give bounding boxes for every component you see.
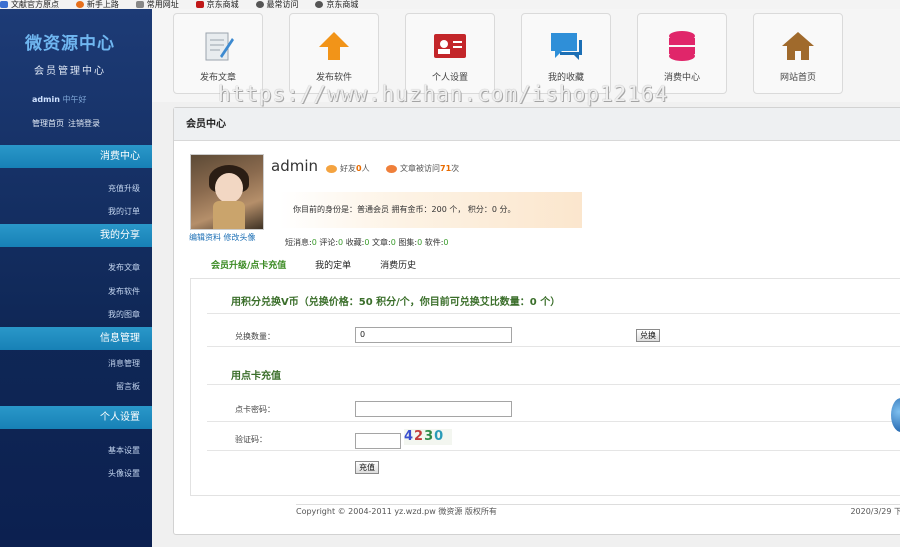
- logout-link[interactable]: 注销登录: [68, 119, 100, 128]
- greeting-text: 中午好: [62, 95, 87, 104]
- user-greeting: admin 中午好: [32, 94, 86, 105]
- panel-title: 会员中心: [174, 108, 900, 141]
- tab-upgrade-recharge[interactable]: 会员升级/点卡充值: [211, 261, 286, 271]
- count-favorites[interactable]: 0: [364, 238, 369, 247]
- sidebar-item-recharge[interactable]: 充值升级: [108, 183, 140, 194]
- card-recharge-title: 用点卡充值: [231, 371, 281, 382]
- sidebar: 微资源中心 会员管理中心 admin 中午好 管理首页 注销登录 消费中心 充值升…: [0, 9, 152, 547]
- exchange-title: 用积分兑换V币（兑换价格：50 积分/个，你目前可兑换艾比数量：0 个）: [231, 297, 561, 308]
- heart-icon: [386, 164, 397, 173]
- content-counts: 短消息:0 评论:0 收藏:0 文章:0 图集:0 软件:0: [285, 238, 449, 247]
- exchange-quantity-input[interactable]: 0: [355, 327, 512, 343]
- home-link[interactable]: 管理首页: [32, 119, 64, 128]
- tab-my-orders[interactable]: 我的定单: [315, 261, 351, 271]
- bookmark-item[interactable]: 新手上路: [75, 1, 119, 9]
- exchange-label: 兑换数量：: [235, 332, 275, 341]
- firefox-icon: [75, 1, 84, 8]
- bookmark-item[interactable]: 京东商城: [315, 1, 358, 9]
- sidebar-item-guestbook[interactable]: 留言板: [116, 381, 140, 392]
- count-software[interactable]: 0: [443, 238, 448, 247]
- home-icon: [782, 32, 814, 60]
- captcha-text: 4230: [404, 429, 445, 444]
- bookmarks-bar: 文献官方原点 新手上路 常用网址 京东商城 最常访问 京东商城: [0, 0, 900, 9]
- tile-label: 网站首页: [779, 73, 816, 83]
- member-center-panel: 会员中心 编辑资料 修改头像 admin 好友0人 文章被访问71次 你目前的身…: [173, 107, 900, 535]
- sidebar-item-avatar-settings[interactable]: 头像设置: [108, 468, 140, 479]
- gear-icon: [255, 1, 264, 8]
- count-articles[interactable]: 0: [391, 238, 396, 247]
- card-password-input[interactable]: [355, 401, 512, 417]
- sidebar-item-post-article[interactable]: 发布文章: [108, 262, 140, 273]
- edit-profile-link[interactable]: 编辑资料: [189, 233, 221, 242]
- sidebar-subtitle: 会员管理中心: [34, 66, 106, 77]
- friends-icon: [326, 164, 337, 173]
- sidebar-item-basic-settings[interactable]: 基本设置: [108, 445, 140, 456]
- member-tabs: 会员升级/点卡充值 我的定单 消费历史: [211, 258, 442, 271]
- edit-icon: [205, 32, 234, 61]
- footer-date: 2020/3/29 下午: [850, 507, 900, 516]
- recharge-submit-button[interactable]: 充值: [355, 461, 379, 474]
- site-logo[interactable]: 微资源中心: [0, 29, 140, 54]
- bookmark-item[interactable]: 文献官方原点: [0, 1, 59, 9]
- sidebar-links: 管理首页 注销登录: [32, 118, 104, 129]
- recharge-form: 用积分兑换V币（兑换价格：50 积分/个，你目前可兑换艾比数量：0 个） 兑换数…: [190, 278, 900, 496]
- globe-icon: [315, 1, 324, 8]
- section-consume[interactable]: 消费中心: [0, 145, 152, 168]
- count-messages[interactable]: 0: [312, 238, 317, 247]
- bookmark-icon: [0, 1, 8, 8]
- count-albums[interactable]: 0: [417, 238, 422, 247]
- database-icon: [669, 31, 695, 61]
- captcha-input[interactable]: [355, 433, 401, 449]
- avatar[interactable]: [190, 154, 264, 230]
- change-avatar-link[interactable]: 修改头像: [224, 233, 256, 242]
- username-title: admin: [271, 157, 318, 175]
- avatar-links: 编辑资料 修改头像: [189, 232, 256, 243]
- friends-stat: 好友0人: [326, 163, 370, 174]
- jd-icon: [195, 1, 204, 8]
- sidebar-item-orders[interactable]: 我的订单: [108, 206, 140, 217]
- sidebar-item-my-pictures[interactable]: 我的图章: [108, 309, 140, 320]
- sidebar-item-post-software[interactable]: 发布软件: [108, 286, 140, 297]
- section-share[interactable]: 我的分享: [0, 224, 152, 247]
- watermark-text: https://www.huzhan.com/ishop12164: [218, 82, 669, 106]
- bookmark-item[interactable]: 最常访问: [255, 1, 299, 9]
- exchange-button[interactable]: 兑换: [636, 329, 660, 342]
- section-info[interactable]: 信息管理: [0, 327, 152, 350]
- identity-notice: 你目前的身份是：普通会员 拥有金币：200 个， 积分：0 分。: [279, 192, 582, 228]
- visits-stat: 文章被访问71次: [386, 163, 459, 174]
- tile-home[interactable]: 网站首页: [753, 13, 843, 94]
- captcha-label: 验证码：: [235, 435, 267, 444]
- user-name: admin: [32, 95, 60, 104]
- captcha-image[interactable]: 4230: [404, 429, 452, 445]
- section-personal[interactable]: 个人设置: [0, 406, 152, 429]
- id-card-icon: [434, 34, 466, 58]
- sidebar-item-messages[interactable]: 消息管理: [108, 358, 140, 369]
- chat-bubble-icon: [551, 33, 582, 60]
- tab-consume-history[interactable]: 消费历史: [380, 261, 416, 271]
- bookmark-item[interactable]: 常用网址: [135, 1, 179, 9]
- copyright-text: Copyright © 2004-2011 yz.wzd.pw 微资源 版权所有: [296, 507, 497, 516]
- upload-arrow-icon: [319, 32, 349, 60]
- card-password-label: 点卡密码：: [235, 405, 275, 414]
- folder-icon: [135, 1, 144, 8]
- count-comments[interactable]: 0: [338, 238, 343, 247]
- bookmark-item[interactable]: 京东商城: [195, 1, 239, 9]
